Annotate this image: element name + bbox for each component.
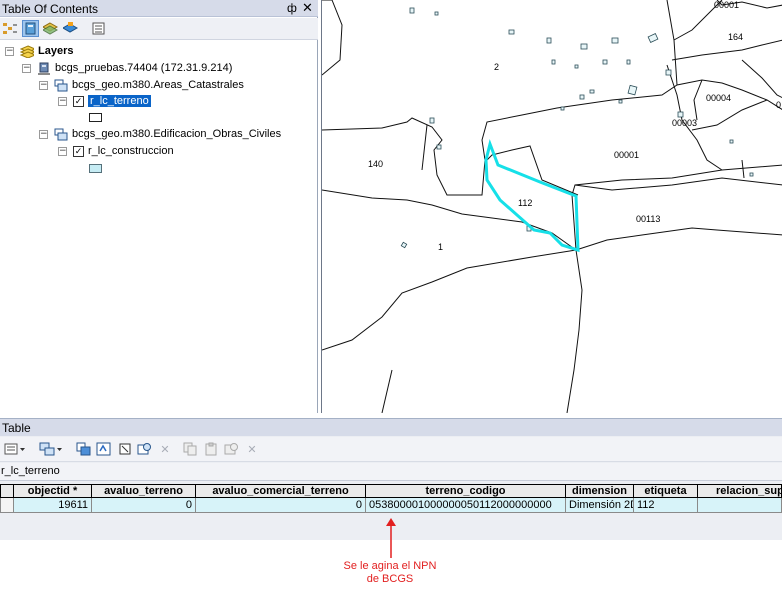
row-selector[interactable] bbox=[0, 498, 14, 513]
clear-selection-icon[interactable] bbox=[117, 441, 133, 457]
collapse-icon[interactable]: − bbox=[22, 63, 31, 73]
column-header[interactable]: avaluo_comercial_terreno bbox=[196, 484, 366, 498]
table-options-icon[interactable] bbox=[3, 441, 27, 457]
toc-title-bar: Table Of Contents ф ✕ bbox=[0, 0, 318, 17]
server-label: bcgs_pruebas.74404 (172.31.9.214) bbox=[55, 62, 233, 74]
map-view[interactable]: 00001 164 2 00004 00003 00001 140 112 00… bbox=[321, 0, 782, 413]
cell-etiqueta[interactable]: 112 bbox=[634, 498, 698, 513]
column-header[interactable]: dimension bbox=[566, 484, 634, 498]
list-by-selection-icon[interactable] bbox=[62, 20, 79, 37]
switch-selection-icon[interactable] bbox=[95, 441, 111, 457]
layers-root-label: Layers bbox=[38, 45, 74, 57]
parcel-label: 00001 bbox=[714, 0, 739, 10]
collapse-icon[interactable]: − bbox=[39, 129, 48, 139]
group-areas-label: bcgs_geo.m380.Areas_Catastrales bbox=[72, 79, 244, 91]
list-by-visibility-icon[interactable] bbox=[42, 20, 59, 37]
cell-avaluo-comercial-terreno[interactable]: 0 bbox=[196, 498, 366, 513]
pin-icon[interactable]: ф bbox=[287, 1, 297, 15]
toc-toolbar bbox=[0, 18, 318, 40]
tree-row-layer-terreno[interactable]: − ✓ r_lc_terreno bbox=[58, 93, 152, 109]
cell-dimension[interactable]: Dimensión 2D bbox=[566, 498, 634, 513]
database-server-icon bbox=[38, 62, 50, 75]
related-tables-icon[interactable] bbox=[38, 441, 64, 457]
cell-relacion-sup[interactable] bbox=[698, 498, 782, 513]
table-title-bar: Table bbox=[0, 419, 782, 436]
collapse-icon[interactable]: − bbox=[5, 46, 14, 56]
table-tab-label[interactable]: r_lc_terreno bbox=[1, 465, 60, 477]
tree-row-layers[interactable]: − Layers bbox=[5, 43, 73, 59]
parcel-label: 2 bbox=[494, 62, 499, 72]
delete-selected-icon[interactable]: ✕ bbox=[158, 441, 172, 457]
annotation-text: Se le agina el NPN de BCGS bbox=[330, 560, 450, 586]
layers-icon bbox=[20, 44, 34, 58]
annotation-arrow bbox=[386, 518, 396, 558]
table-tab[interactable]: r_lc_terreno bbox=[0, 463, 782, 481]
parcel-label: 140 bbox=[368, 159, 383, 169]
layer-construccion-label[interactable]: r_lc_construccion bbox=[88, 145, 174, 157]
select-by-attributes-icon[interactable] bbox=[75, 441, 91, 457]
parcel-label: 00113 bbox=[636, 214, 660, 224]
column-header[interactable]: avaluo_terreno bbox=[92, 484, 196, 498]
column-header[interactable]: objectid * bbox=[14, 484, 92, 498]
column-header[interactable]: etiqueta bbox=[634, 484, 698, 498]
copy-selected-icon[interactable] bbox=[182, 441, 198, 457]
parcel-label: 1 bbox=[438, 242, 443, 252]
cell-terreno-codigo[interactable]: 053800001000000050112000000000 bbox=[366, 498, 566, 513]
parcel-label: 00001 bbox=[614, 150, 639, 160]
tree-row-group-areas[interactable]: − bcgs_geo.m380.Areas_Catastrales bbox=[39, 77, 244, 93]
feature-dataset-icon bbox=[54, 79, 68, 91]
annotation-line-2: de BCGS bbox=[366, 573, 414, 585]
zoom-selected-disabled-icon[interactable] bbox=[223, 441, 239, 457]
parcel-label: 0 bbox=[776, 100, 781, 110]
tree-row-server[interactable]: − bcgs_pruebas.74404 (172.31.9.214) bbox=[22, 60, 232, 76]
row-selector-header[interactable] bbox=[0, 484, 14, 498]
table-title: Table bbox=[2, 421, 31, 435]
layer-terreno-symbol[interactable] bbox=[89, 113, 102, 122]
collapse-icon[interactable]: − bbox=[39, 80, 48, 90]
close-icon[interactable]: ✕ bbox=[302, 0, 313, 16]
layer-visibility-checkbox[interactable]: ✓ bbox=[73, 95, 84, 107]
collapse-icon[interactable]: − bbox=[58, 146, 67, 156]
options-icon[interactable] bbox=[90, 20, 107, 37]
parcel-label: 00004 bbox=[706, 93, 731, 103]
paste-icon[interactable] bbox=[203, 441, 219, 457]
collapse-icon[interactable]: − bbox=[58, 96, 67, 106]
cell-avaluo-terreno[interactable]: 0 bbox=[92, 498, 196, 513]
cell-objectid[interactable]: 19611 bbox=[14, 498, 92, 513]
column-header[interactable]: terreno_codigo bbox=[366, 484, 566, 498]
layer-terreno-label[interactable]: r_lc_terreno bbox=[87, 94, 152, 108]
delete-disabled-icon[interactable]: ✕ bbox=[245, 441, 259, 457]
list-by-drawing-order-icon[interactable] bbox=[2, 20, 19, 37]
tree-row-group-edificacion[interactable]: − bcgs_geo.m380.Edificacion_Obras_Civile… bbox=[39, 126, 281, 142]
group-edificacion-label: bcgs_geo.m380.Edificacion_Obras_Civiles bbox=[72, 128, 282, 140]
feature-dataset-icon bbox=[54, 128, 68, 140]
map-canvas[interactable]: 00001 164 2 00004 00003 00001 140 112 00… bbox=[322, 0, 782, 413]
attribute-table-grid[interactable]: objectid * avaluo_terreno avaluo_comerci… bbox=[0, 482, 782, 516]
layer-construccion-symbol[interactable] bbox=[89, 164, 102, 173]
selected-parcel-112[interactable] bbox=[484, 139, 580, 253]
parcel-label: 112 bbox=[518, 198, 532, 208]
list-by-source-icon[interactable] bbox=[22, 20, 39, 37]
layer-visibility-checkbox[interactable]: ✓ bbox=[73, 145, 84, 157]
tree-row-layer-construccion[interactable]: − ✓ r_lc_construccion bbox=[58, 143, 174, 159]
annotation-line-1: Se le agina el NPN bbox=[343, 560, 437, 572]
parcel-label: 164 bbox=[728, 32, 743, 42]
toc-title: Table Of Contents bbox=[2, 2, 99, 16]
table-of-contents-panel: Table Of Contents ф ✕ − Layers − bcgs_pr… bbox=[0, 0, 318, 413]
column-header[interactable]: relacion_sup bbox=[698, 484, 782, 498]
parcel-label: 00003 bbox=[672, 118, 697, 128]
zoom-to-selected-icon[interactable] bbox=[136, 441, 152, 457]
table-toolbar: ✕ ✕ bbox=[0, 437, 782, 462]
